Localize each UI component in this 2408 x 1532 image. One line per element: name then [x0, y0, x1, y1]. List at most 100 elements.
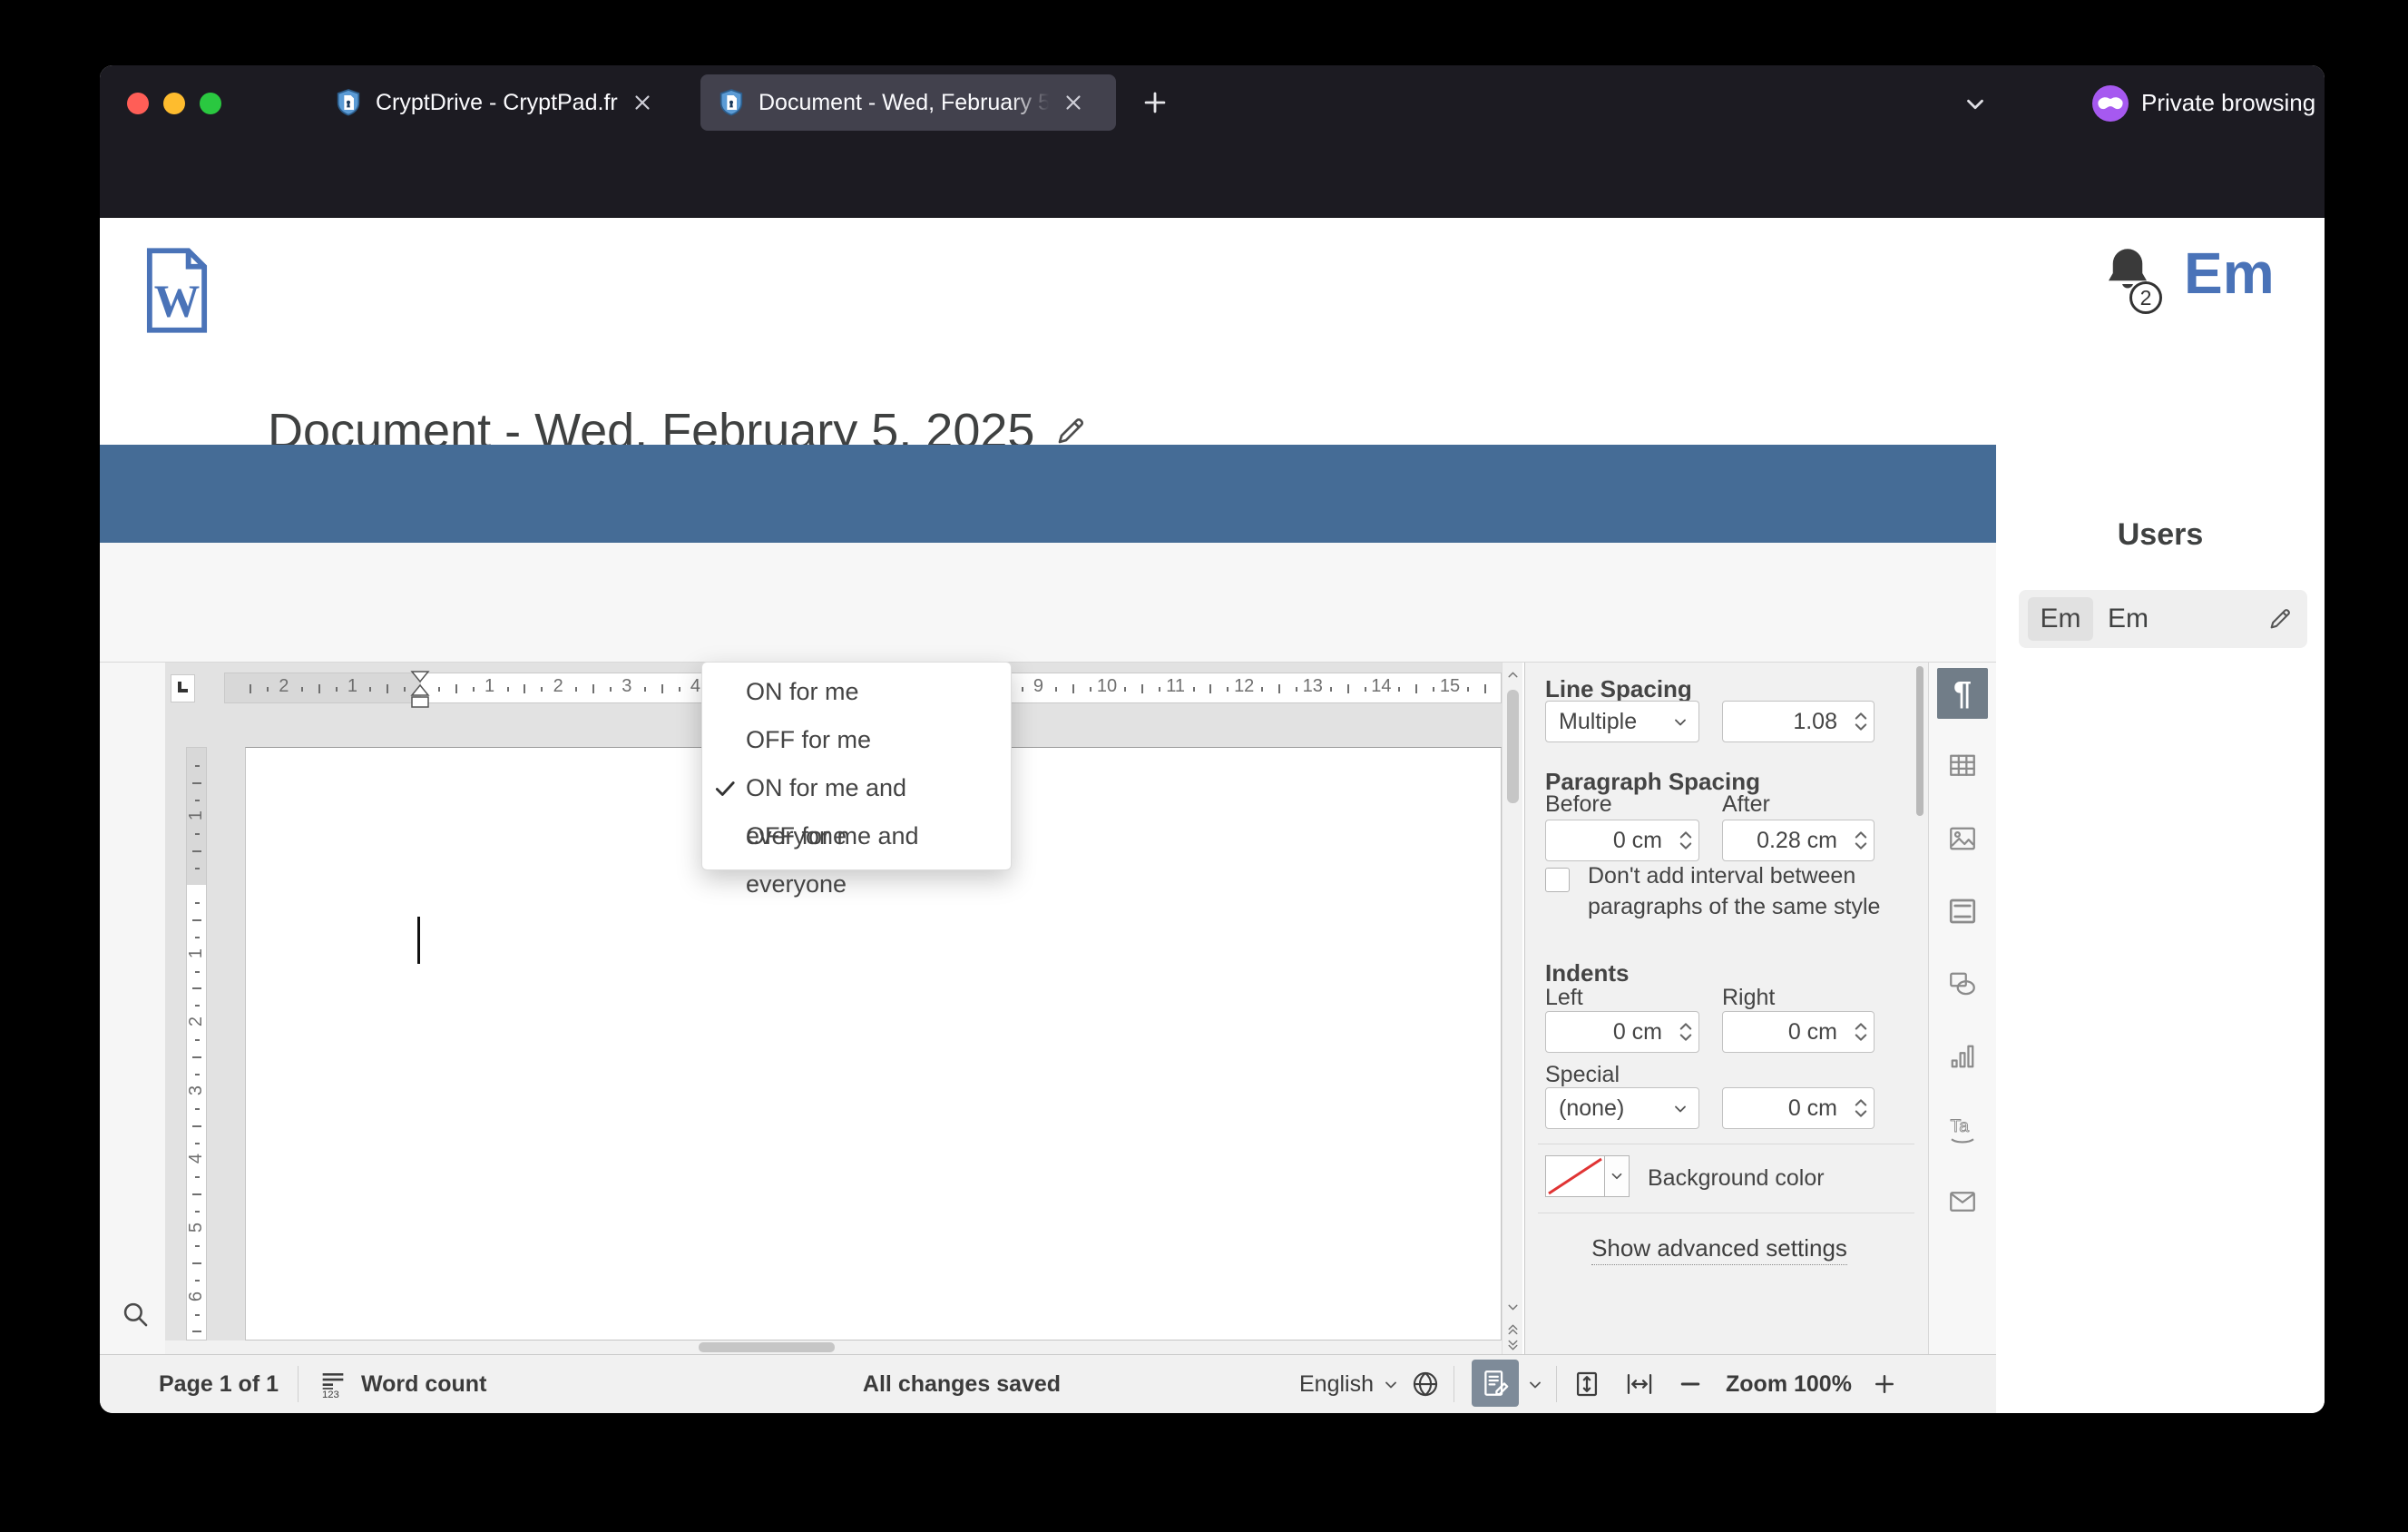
after-label: After	[1722, 791, 1770, 817]
zoom-out-icon[interactable]	[1677, 1370, 1704, 1398]
chevron-down-icon[interactable]	[1526, 1376, 1544, 1394]
indent-right-label: Right	[1722, 985, 1776, 1010]
image-settings-tab[interactable]	[1937, 813, 1988, 864]
horizontal-scrollbar[interactable]	[165, 1340, 1502, 1354]
indents-label: Indents	[1545, 959, 1630, 987]
table-icon	[1946, 750, 1979, 782]
panel-scrollbar-thumb[interactable]	[1916, 666, 1923, 816]
scroll-up-icon[interactable]	[1505, 667, 1521, 683]
interval-checkbox[interactable]	[1545, 868, 1570, 892]
fit-width-icon[interactable]	[1624, 1369, 1655, 1399]
edit-title-pencil-icon[interactable]	[1054, 415, 1087, 447]
menu-item-on-for-everyone[interactable]: ON for me and everyone	[702, 764, 1011, 849]
chevron-down-icon	[1671, 1100, 1689, 1118]
word-document-icon: W	[145, 247, 209, 334]
collaboration-ribbon: Co-editing Mode AddComment Remove Resolv…	[100, 543, 1996, 1152]
new-tab-button[interactable]	[1140, 87, 1170, 118]
chart-settings-tab[interactable]	[1937, 1031, 1988, 1082]
zoom-level[interactable]: Zoom 100%	[1726, 1355, 1852, 1413]
line-spacing-value-spinner[interactable]: 1.08	[1722, 701, 1875, 742]
line-spacing-select[interactable]: Multiple	[1545, 701, 1699, 742]
zoom-in-icon[interactable]	[1871, 1370, 1898, 1398]
spacing-after-spinner[interactable]: 0.28 cm	[1722, 820, 1875, 861]
users-panel: Users Em Em	[1996, 445, 2325, 1413]
background-color-label: Background color	[1648, 1165, 1825, 1191]
scroll-down-icon[interactable]	[1505, 1300, 1521, 1315]
envelope-icon	[1946, 1185, 1979, 1218]
minimize-window-button[interactable]	[163, 93, 185, 114]
spacing-before-spinner[interactable]: 0 cm	[1545, 820, 1699, 861]
shape-settings-tab[interactable]	[1937, 958, 1988, 1009]
maximize-window-button[interactable]	[200, 93, 221, 114]
text-cursor	[417, 917, 420, 964]
background-color-swatch[interactable]	[1545, 1155, 1605, 1197]
user-name: Em	[2108, 604, 2149, 633]
svg-text:Ta: Ta	[1951, 1116, 1970, 1136]
cryptpad-header: W Document - Wed, February 5, 2025 Saved…	[100, 218, 2325, 586]
indent-right-spinner[interactable]: 0 cm	[1722, 1011, 1875, 1053]
word-count-icon[interactable]: 123	[318, 1369, 348, 1399]
users-panel-title: Users	[2117, 517, 2204, 552]
list-tabs-chevron-icon[interactable]	[1962, 91, 1989, 118]
before-label: Before	[1545, 791, 1612, 817]
tab-title: Document - Wed, February 5, 2025	[759, 89, 1049, 116]
vertical-ruler[interactable]: 1123456	[186, 747, 207, 1340]
chevron-down-icon[interactable]	[1382, 1376, 1400, 1394]
line-spacing-label: Line Spacing	[1545, 675, 1692, 702]
left-tool-sidebar	[100, 663, 165, 1399]
fit-page-icon[interactable]	[1571, 1369, 1602, 1399]
header-footer-icon	[1946, 895, 1979, 928]
shape-icon	[1946, 967, 1979, 1000]
word-count-label[interactable]: Word count	[361, 1355, 486, 1413]
next-page-icon[interactable]	[1505, 1338, 1521, 1353]
close-tab-icon[interactable]	[631, 91, 654, 114]
image-icon	[1946, 822, 1979, 855]
edit-user-pencil-icon[interactable]	[2267, 606, 2293, 632]
chart-icon	[1946, 1040, 1979, 1073]
svg-text:W: W	[154, 276, 201, 327]
text-art-settings-tab[interactable]: Ta	[1937, 1104, 1988, 1154]
notification-badge: 2	[2129, 281, 2162, 314]
page-indicator[interactable]: Page 1 of 1	[159, 1355, 279, 1413]
show-advanced-settings-link[interactable]: Show advanced settings	[1524, 1234, 1914, 1265]
menu-item-off-for-me[interactable]: OFF for me	[702, 716, 1011, 764]
special-value-spinner[interactable]: 0 cm	[1722, 1087, 1875, 1129]
user-list-item[interactable]: Em Em	[2019, 590, 2307, 648]
interval-checkbox-label: Don't add interval between paragraphs of…	[1588, 863, 1881, 919]
track-changes-status-toggle[interactable]	[1472, 1360, 1519, 1407]
menu-item-on-for-me[interactable]: ON for me	[702, 668, 1011, 716]
browser-toolbar: https://cryptpad.fr/doc/#/3/doc/edit/ff0…	[100, 140, 2325, 283]
browser-window: CryptDrive - CryptPad.fr Document - Wed,…	[100, 65, 2325, 1413]
vertical-scrollbar[interactable]	[1502, 663, 1522, 1354]
search-icon[interactable]	[120, 1299, 151, 1330]
globe-icon[interactable]	[1410, 1369, 1441, 1399]
spinner-arrows-icon	[1852, 1018, 1870, 1046]
office-header: ONLYOFFICE E File Home Insert Layout Ref…	[100, 445, 1996, 922]
cryptpad-favicon	[334, 88, 363, 117]
cryptpad-favicon	[717, 88, 746, 117]
scrollbar-thumb[interactable]	[699, 1342, 835, 1352]
chevron-down-icon	[1609, 1168, 1625, 1184]
browser-tab-document[interactable]: Document - Wed, February 5, 2025	[700, 74, 1116, 131]
indent-markers[interactable]	[410, 670, 430, 717]
account-avatar[interactable]: Em	[2184, 240, 2275, 307]
header-footer-settings-tab[interactable]	[1937, 886, 1988, 937]
indent-left-spinner[interactable]: 0 cm	[1545, 1011, 1699, 1053]
spinner-arrows-icon	[1852, 827, 1870, 854]
browser-tab-cryptdrive[interactable]: CryptDrive - CryptPad.fr	[318, 74, 693, 131]
table-settings-tab[interactable]	[1937, 741, 1988, 791]
special-select[interactable]: (none)	[1545, 1087, 1699, 1129]
scrollbar-thumb[interactable]	[1507, 690, 1519, 803]
private-browsing-icon	[2092, 85, 2129, 122]
browser-tab-bar: CryptDrive - CryptPad.fr Document - Wed,…	[100, 65, 2325, 140]
close-window-button[interactable]	[127, 93, 149, 114]
close-tab-icon[interactable]	[1062, 91, 1085, 114]
mail-merge-tab[interactable]	[1937, 1176, 1988, 1227]
background-color-dropdown[interactable]	[1604, 1155, 1630, 1197]
tab-stop-selector[interactable]	[171, 674, 195, 702]
paragraph-settings-tab[interactable]: ¶	[1937, 668, 1988, 719]
menu-item-off-for-everyone[interactable]: OFF for me and everyone	[702, 812, 1011, 898]
language-selector[interactable]: English	[1299, 1355, 1374, 1413]
previous-page-icon[interactable]	[1505, 1321, 1521, 1337]
spinner-arrows-icon	[1677, 827, 1695, 854]
